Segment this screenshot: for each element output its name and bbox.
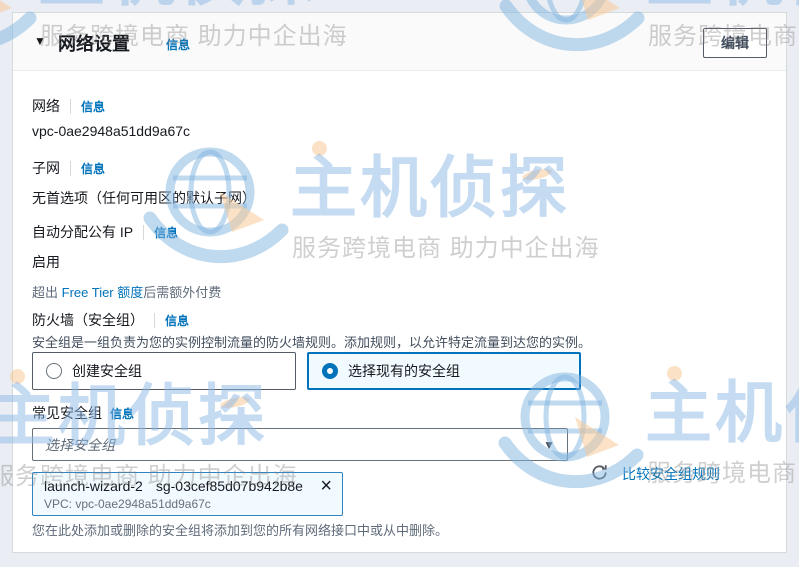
firewall-description: 安全组是一组负责为您的实例控制流量的防火墙规则。添加规则，以允许特定流量到达您的… — [32, 335, 592, 350]
free-tier-note-suffix: 后需额外付费 — [143, 285, 222, 300]
divider — [70, 98, 71, 114]
watermark-brand-text: 主机侦探 — [646, 0, 799, 10]
free-tier-note: 超出 Free Tier 额度后需额外付费 — [32, 282, 221, 301]
create-security-group-option[interactable]: 创建安全组 — [32, 352, 296, 390]
divider — [143, 224, 145, 240]
network-settings-panel: ▼ 网络设置 信息 编辑 网络 信息 vpc-0ae2948a51dd9a67c… — [12, 12, 787, 553]
subnet-label-row: 子网 信息 — [32, 158, 105, 178]
panel-header: ▼ 网络设置 信息 编辑 — [13, 13, 786, 71]
sg-token-vpc: VPC: vpc-0ae2948a51dd9a67c — [44, 497, 211, 511]
panel-title: 网络设置 — [58, 34, 130, 54]
create-security-group-label: 创建安全组 — [72, 363, 142, 379]
subnet-info-link[interactable]: 信息 — [81, 160, 105, 177]
refresh-icon[interactable] — [591, 464, 608, 484]
radio-unselected-icon[interactable] — [46, 363, 62, 379]
security-group-select-placeholder: 选择安全组 — [45, 436, 115, 453]
radio-selected-icon[interactable] — [322, 363, 338, 379]
auto-ip-info-link[interactable]: 信息 — [154, 224, 178, 241]
firewall-label: 防火墙（安全组） — [32, 312, 144, 328]
divider — [70, 160, 71, 176]
header-info-link[interactable]: 信息 — [166, 38, 190, 52]
common-sg-label-row: 常见安全组 信息 — [32, 403, 134, 423]
auto-ip-label-row: 自动分配公有 IP 信息 — [32, 222, 178, 242]
collapse-caret-icon[interactable]: ▼ — [34, 34, 46, 48]
subnet-value: 无首选项（任何可用区的默认子网） — [32, 190, 256, 206]
sg-token-id: sg-03cef85d07b942b8e — [155, 478, 303, 494]
compare-row: 比较安全组规则 — [591, 464, 720, 484]
security-group-select[interactable]: 选择安全组 ▼ — [32, 428, 568, 461]
compare-sg-rules-link[interactable]: 比较安全组规则 — [622, 464, 720, 484]
common-sg-info-link[interactable]: 信息 — [110, 405, 134, 422]
sg-footer-note: 您在此处添加或删除的安全组将添加到您的所有网络接口中或从中删除。 — [32, 523, 449, 538]
auto-ip-value: 启用 — [32, 254, 60, 270]
free-tier-note-prefix: 超出 — [32, 285, 62, 300]
auto-ip-label: 自动分配公有 IP — [32, 224, 134, 240]
common-sg-label: 常见安全组 — [32, 405, 102, 421]
network-label-row: 网络 信息 — [32, 96, 105, 116]
edit-button[interactable]: 编辑 — [703, 28, 767, 58]
network-value: vpc-0ae2948a51dd9a67c — [32, 123, 191, 139]
select-existing-security-group-label: 选择现有的安全组 — [348, 363, 460, 379]
watermark-brand-text: 主机侦探 — [38, 0, 318, 10]
sg-token-name: launch-wizard-2 — [44, 478, 143, 494]
firewall-info-link[interactable]: 信息 — [165, 312, 189, 329]
select-existing-security-group-option[interactable]: 选择现有的安全组 — [307, 352, 581, 390]
network-info-link[interactable]: 信息 — [81, 98, 105, 115]
divider — [154, 312, 155, 328]
subnet-label: 子网 — [32, 160, 60, 176]
network-label: 网络 — [32, 98, 60, 114]
free-tier-link[interactable]: Free Tier 额度 — [62, 285, 144, 300]
remove-token-icon[interactable]: × — [320, 476, 332, 496]
firewall-label-row: 防火墙（安全组） 信息 — [32, 310, 189, 330]
security-group-token: launch-wizard-2 sg-03cef85d07b942b8e × V… — [32, 472, 343, 516]
chevron-down-icon: ▼ — [543, 437, 555, 452]
